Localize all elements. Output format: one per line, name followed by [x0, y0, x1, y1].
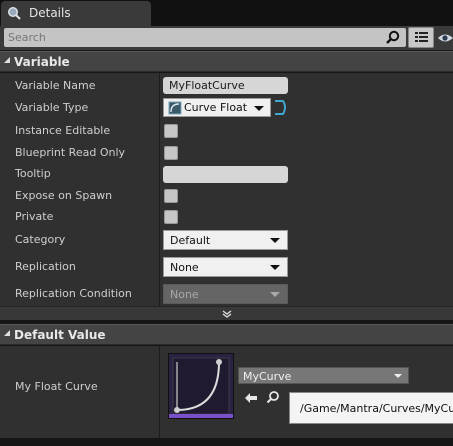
- blueprint-read-only-checkbox[interactable]: [164, 146, 178, 160]
- curve-thumbnail-icon: [169, 354, 233, 418]
- category-dropdown[interactable]: Default: [163, 230, 288, 250]
- browse-magnifier-icon[interactable]: [266, 390, 280, 404]
- view-options-button[interactable]: [408, 27, 434, 48]
- row-private: Private: [0, 206, 453, 228]
- double-chevron-down-icon: [222, 310, 232, 318]
- row-expose-on-spawn: Expose on Spawn: [0, 185, 453, 207]
- tab-details[interactable]: Details: [1, 1, 151, 26]
- curve-asset-icon: [168, 101, 182, 115]
- blueprint-read-only-label: Blueprint Read Only: [15, 146, 126, 159]
- row-blueprint-read-only: Blueprint Read Only: [0, 142, 453, 164]
- tab-label: Details: [29, 6, 71, 20]
- eye-icon: [438, 34, 453, 42]
- row-instance-editable: Instance Editable: [0, 120, 453, 142]
- category-value: Default: [170, 234, 211, 247]
- private-checkbox[interactable]: [164, 210, 178, 224]
- variable-name-input[interactable]: MyFloatCurve: [163, 77, 288, 94]
- use-selected-arrow-icon[interactable]: [244, 392, 258, 404]
- variable-section-header[interactable]: Variable: [0, 51, 453, 72]
- chevron-down-icon: [254, 106, 264, 111]
- visibility-options-button[interactable]: [437, 29, 453, 47]
- collapse-arrow-icon: [4, 330, 10, 336]
- asset-thumbnail[interactable]: [168, 353, 234, 419]
- replication-condition-label: Replication Condition: [15, 287, 132, 300]
- section-title: Variable: [14, 55, 70, 69]
- category-label: Category: [15, 233, 66, 246]
- search-input[interactable]: [8, 29, 378, 46]
- variable-type-value: Curve Float: [184, 101, 248, 114]
- tooltip-input[interactable]: [163, 166, 288, 183]
- private-label: Private: [15, 210, 54, 223]
- chevron-down-icon: [270, 238, 280, 243]
- default-value-section-header[interactable]: Default Value: [0, 324, 453, 345]
- search-toolbar: [0, 26, 453, 50]
- instance-editable-checkbox[interactable]: [164, 124, 178, 138]
- variable-name-label: Variable Name: [15, 79, 96, 92]
- replication-dropdown[interactable]: None: [163, 257, 288, 277]
- expose-on-spawn-checkbox[interactable]: [164, 189, 178, 203]
- replication-condition-value: None: [170, 288, 199, 301]
- tab-bar: Details: [0, 0, 453, 26]
- magnifier-icon: [7, 6, 21, 20]
- variable-type-label: Variable Type: [15, 101, 89, 114]
- search-box: [4, 28, 406, 47]
- variable-type-dropdown[interactable]: Curve Float: [163, 98, 271, 117]
- asset-path-tooltip: /Game/Mantra/Curves/MyCurve: [289, 392, 453, 424]
- chevron-down-icon: [394, 374, 402, 378]
- grid-list-icon: [415, 32, 428, 42]
- section-title: Default Value: [14, 328, 106, 342]
- search-icon[interactable]: [386, 30, 400, 44]
- collapse-arrow-icon: [4, 57, 10, 63]
- chevron-down-icon: [270, 292, 280, 297]
- container-type-icon[interactable]: [272, 99, 288, 116]
- replication-label: Replication: [15, 260, 76, 273]
- instance-editable-label: Instance Editable: [15, 124, 111, 137]
- expose-on-spawn-label: Expose on Spawn: [15, 189, 113, 202]
- replication-condition-dropdown[interactable]: None: [163, 284, 288, 304]
- asset-picker-dropdown[interactable]: MyCurve: [238, 367, 409, 384]
- asset-picker-value: MyCurve: [243, 370, 292, 383]
- my-float-curve-label: My Float Curve: [15, 380, 98, 393]
- chevron-down-icon: [270, 265, 280, 270]
- advanced-expander[interactable]: [0, 306, 453, 320]
- tooltip-label: Tooltip: [15, 167, 51, 180]
- replication-value: None: [170, 261, 199, 274]
